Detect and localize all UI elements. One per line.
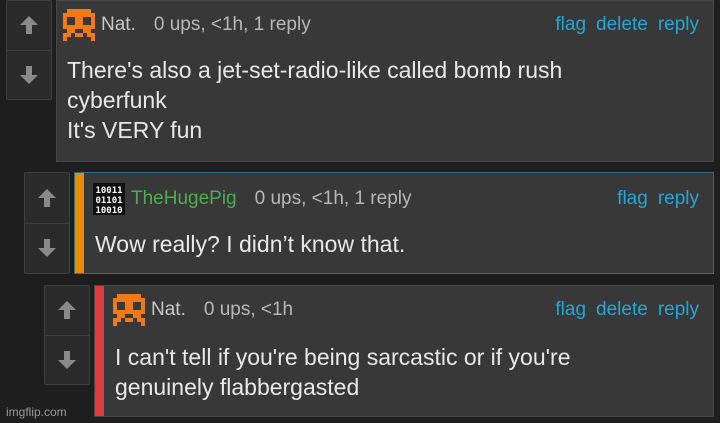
delete-link[interactable]: delete (596, 14, 648, 36)
downvote-button[interactable] (25, 222, 69, 274)
comment-3: Nat. 0 ups, <1h flag delete reply I can'… (44, 285, 714, 417)
arrow-down-icon (38, 239, 56, 258)
orange-pixel-skull-icon[interactable] (63, 9, 95, 41)
arrow-down-icon (20, 65, 38, 84)
username[interactable]: TheHugePig (131, 188, 237, 210)
vote-box (24, 172, 70, 274)
reply-link[interactable]: reply (658, 188, 699, 210)
arrow-down-icon (58, 350, 76, 369)
comment-text: Wow really? I didn’t know that. (95, 231, 406, 257)
flag-link[interactable]: flag (555, 14, 586, 36)
arrow-up-icon (38, 188, 56, 207)
svg-text:10011: 10011 (95, 186, 122, 196)
comment-meta: 0 ups, <1h, 1 reply (254, 188, 412, 209)
downvote-button[interactable] (7, 49, 51, 100)
delete-link[interactable]: delete (596, 299, 648, 321)
comment-text: I can't tell if you're being sarcastic o… (115, 344, 571, 400)
reply-accent-bar (75, 173, 84, 273)
vote-box (6, 0, 52, 100)
comment-text: There's also a jet-set-radio-like called… (67, 57, 563, 143)
binary-digits-icon[interactable]: 10011 01101 10010 (93, 183, 125, 215)
comment-meta: 0 ups, <1h, 1 reply (153, 14, 311, 35)
orange-pixel-skull-icon[interactable] (113, 294, 145, 326)
upvote-button[interactable] (45, 286, 89, 335)
comment-2: 10011 01101 10010 TheHugePig 0 ups, <1h,… (24, 172, 714, 274)
svg-text:10010: 10010 (95, 206, 122, 215)
reply-link[interactable]: reply (658, 14, 699, 36)
svg-text:01101: 01101 (95, 196, 122, 206)
comment-meta: 0 ups, <1h (203, 299, 294, 320)
reply-accent-bar (95, 286, 104, 416)
reply-link[interactable]: reply (658, 299, 699, 321)
downvote-button[interactable] (45, 334, 89, 385)
username[interactable]: Nat. (101, 14, 136, 36)
comment-1: Nat. 0 ups, <1h, 1 reply flag delete rep… (6, 0, 714, 162)
flag-link[interactable]: flag (555, 299, 586, 321)
comment-body: Nat. 0 ups, <1h, 1 reply flag delete rep… (56, 0, 714, 162)
imgflip-watermark: imgflip.com (6, 405, 67, 419)
arrow-up-icon (58, 301, 76, 320)
upvote-button[interactable] (7, 1, 51, 50)
comment-body: 10011 01101 10010 TheHugePig 0 ups, <1h,… (74, 172, 714, 274)
username[interactable]: Nat. (151, 299, 186, 321)
flag-link[interactable]: flag (617, 188, 648, 210)
comment-body: Nat. 0 ups, <1h flag delete reply I can'… (94, 285, 714, 417)
vote-box (44, 285, 90, 385)
upvote-button[interactable] (25, 173, 69, 223)
arrow-up-icon (20, 16, 38, 35)
